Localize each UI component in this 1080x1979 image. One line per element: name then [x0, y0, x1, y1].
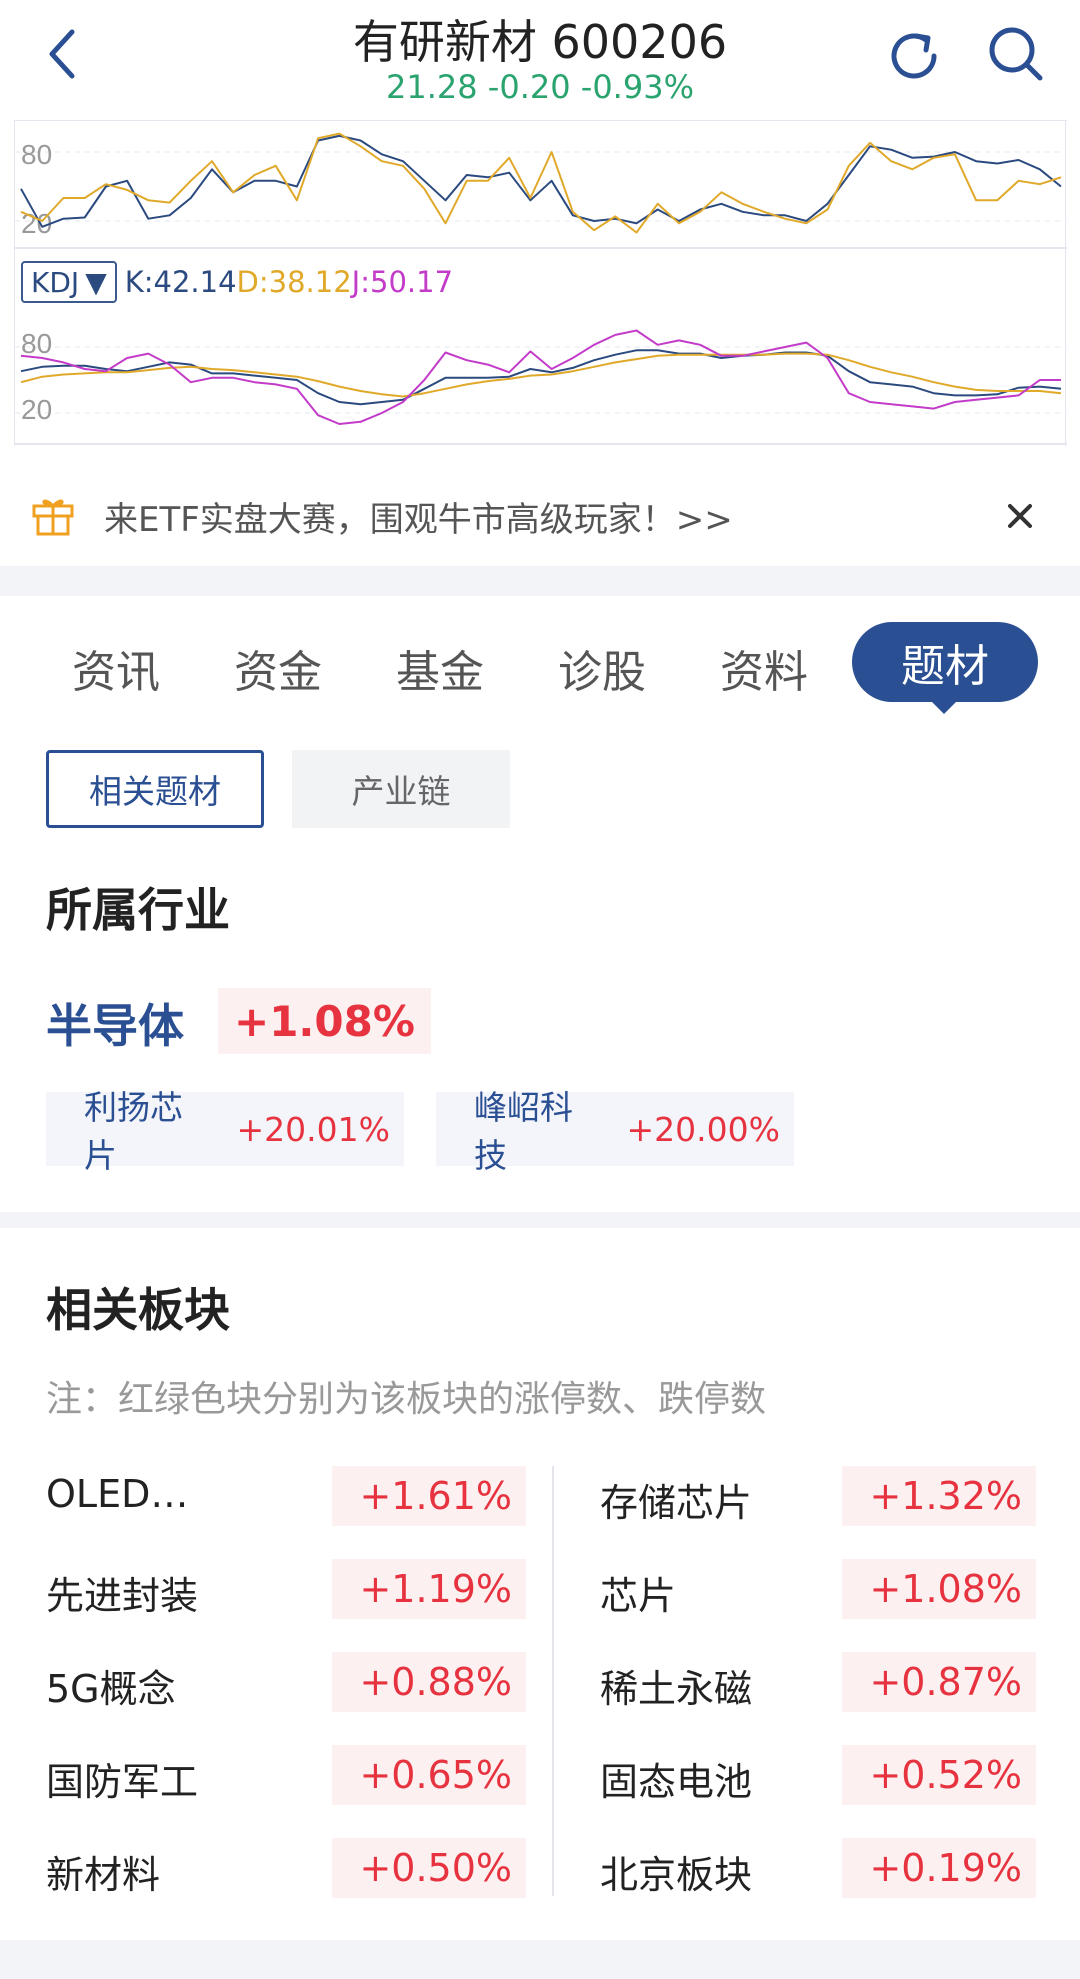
- sector-row[interactable]: 稀土永磁 +0.87%: [600, 1652, 1036, 1712]
- sector-note: 注：红绿色块分别为该板块的涨停数、跌停数: [46, 1379, 767, 1420]
- kdj-j-value: J:50.17: [351, 265, 454, 299]
- industry-stock-tag[interactable]: 峰岹科技 +20.00%: [436, 1088, 794, 1175]
- header: 有研新材 600206 21.28 -0.20 -0.93%: [0, 0, 1080, 120]
- sector-change: +1.19%: [332, 1559, 526, 1619]
- sector-change: +1.08%: [842, 1559, 1036, 1619]
- subtab-industry-chain[interactable]: 产业链: [292, 750, 510, 828]
- section-divider: [0, 1940, 1080, 1979]
- sector-row[interactable]: 固态电池 +0.52%: [600, 1745, 1036, 1805]
- series-0-line: [20, 134, 1062, 228]
- banner-text: 来ETF实盘大赛，围观牛市高级玩家！>>: [104, 500, 733, 540]
- sector-row[interactable]: 国防军工 +0.65%: [46, 1745, 526, 1805]
- j-line: [20, 329, 1061, 425]
- sector-row[interactable]: 芯片 +1.08%: [600, 1559, 1036, 1619]
- sector-change: +0.50%: [332, 1838, 526, 1898]
- related-sectors-title: 相关板块: [46, 1283, 230, 1337]
- industry-stock-tag[interactable]: 利扬芯片 +20.01%: [46, 1088, 404, 1175]
- sector-row[interactable]: 新材料 +0.50%: [46, 1838, 526, 1898]
- stock-change: +20.00%: [626, 1109, 780, 1149]
- sector-row[interactable]: 先进封装 +1.19%: [46, 1559, 526, 1619]
- stock-change: +20.01%: [236, 1109, 390, 1149]
- refresh-button[interactable]: [882, 24, 946, 88]
- ytick-label: 80: [21, 328, 52, 359]
- kdj-d-value: D:38.12: [236, 265, 352, 299]
- sector-row[interactable]: 5G概念 +0.88%: [46, 1652, 526, 1712]
- section-divider: [0, 566, 1080, 596]
- tab-themes[interactable]: 题材: [852, 622, 1038, 702]
- tab-fund[interactable]: 基金: [396, 636, 484, 700]
- close-icon[interactable]: [1000, 496, 1040, 536]
- search-icon: [989, 27, 1043, 81]
- column-divider: [552, 1466, 554, 1896]
- tab-profile[interactable]: 资料: [720, 636, 808, 700]
- stock-name: 利扬芯片: [84, 1088, 183, 1175]
- ytick-label: 20: [21, 394, 52, 425]
- sector-change: +0.88%: [332, 1652, 526, 1712]
- sector-name: 北京板块: [600, 1853, 753, 1897]
- indicator-selector[interactable]: KDJ ▼: [21, 261, 117, 303]
- tab-diagnosis[interactable]: 诊股: [558, 636, 646, 700]
- sector-name: 先进封装: [46, 1574, 199, 1618]
- active-tab-pointer: [930, 700, 958, 714]
- ytick-label: 80: [21, 139, 52, 170]
- ytick-label: 20: [21, 208, 52, 239]
- indicator-charts[interactable]: 80 20 80 20 KDJ ▼ K:42.14 D:38.12 J:50.1…: [14, 120, 1067, 446]
- industry-change-badge: +1.08%: [218, 988, 431, 1054]
- tab-funds[interactable]: 资金: [234, 636, 322, 700]
- sector-name: 固态电池: [600, 1760, 753, 1804]
- series-1-line: [20, 132, 1062, 234]
- search-button[interactable]: [984, 22, 1048, 86]
- sector-name: 存储芯片: [600, 1481, 753, 1525]
- tab-bar: 资讯 资金 基金 诊股 资料 题材: [0, 600, 1080, 720]
- sector-row[interactable]: 北京板块 +0.19%: [600, 1838, 1036, 1898]
- kdj-legend: KDJ ▼ K:42.14 D:38.12 J:50.17: [21, 260, 453, 304]
- sector-name: 5G概念: [46, 1667, 176, 1711]
- sector-name: 稀土永磁: [600, 1667, 753, 1711]
- sector-change: +0.87%: [842, 1652, 1036, 1712]
- sector-name: 新材料: [46, 1853, 161, 1897]
- indicator-selector-label: KDJ: [31, 265, 80, 299]
- sector-name: OLED…: [46, 1472, 189, 1516]
- kdj-k-value: K:42.14: [124, 265, 237, 299]
- industry-name[interactable]: 半导体: [46, 990, 184, 1056]
- promo-banner[interactable]: 来ETF实盘大赛，围观牛市高级玩家！>>: [0, 466, 1080, 566]
- sector-change: +0.65%: [332, 1745, 526, 1805]
- sector-change: +0.52%: [842, 1745, 1036, 1805]
- industry-section-title: 所属行业: [46, 883, 230, 937]
- sector-name: 芯片: [600, 1574, 677, 1618]
- caret-down-icon: ▼: [85, 265, 107, 299]
- stock-name: 峰岹科技: [474, 1088, 573, 1175]
- sector-row[interactable]: OLED… +1.61%: [46, 1466, 526, 1526]
- sector-name: 国防军工: [46, 1760, 199, 1804]
- subtab-related-themes[interactable]: 相关题材: [46, 750, 264, 828]
- gift-icon: [32, 499, 74, 536]
- sector-change: +0.19%: [842, 1838, 1036, 1898]
- tab-news[interactable]: 资讯: [72, 636, 160, 700]
- sector-row[interactable]: 存储芯片 +1.32%: [600, 1466, 1036, 1526]
- refresh-icon: [891, 33, 937, 79]
- k-line: [20, 349, 1062, 406]
- sector-change: +1.32%: [842, 1466, 1036, 1526]
- sector-change: +1.61%: [332, 1466, 526, 1526]
- section-divider: [0, 1212, 1080, 1228]
